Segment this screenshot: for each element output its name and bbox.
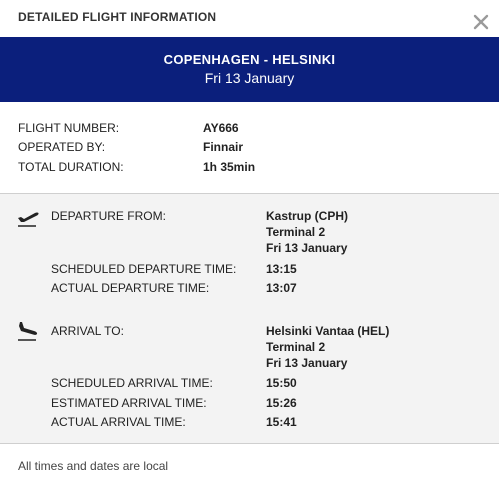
arrival-terminal: Terminal 2 (266, 340, 326, 354)
modal-title: DETAILED FLIGHT INFORMATION (18, 10, 217, 24)
plane-takeoff-icon (16, 208, 40, 233)
route-title: COPENHAGEN - HELSINKI (163, 52, 336, 67)
departure-from-label: DEPARTURE FROM: (51, 209, 166, 223)
departure-section: DEPARTURE FROM: Kastrup (CPH) Terminal 2… (0, 193, 499, 311)
actual-departure-label: ACTUAL DEPARTURE TIME: (51, 281, 210, 295)
departure-airport: Kastrup (CPH) (266, 209, 349, 223)
route-date: Fri 13 January (204, 70, 295, 86)
estimated-arrival-time: 15:26 (266, 396, 297, 410)
close-icon[interactable] (471, 12, 491, 32)
flight-number-value: AY666 (203, 121, 239, 135)
estimated-arrival-label: ESTIMATED ARRIVAL TIME: (51, 396, 207, 410)
route-banner: COPENHAGEN - HELSINKI Fri 13 January (0, 37, 499, 102)
scheduled-arrival-time: 15:50 (266, 376, 297, 390)
departure-date: Fri 13 January (266, 241, 348, 255)
modal-header: DETAILED FLIGHT INFORMATION (0, 0, 499, 36)
operated-by-label: OPERATED BY: (18, 140, 106, 154)
arrival-airport: Helsinki Vantaa (HEL) (266, 324, 390, 338)
flight-number-label: FLIGHT NUMBER: (18, 121, 120, 135)
arrival-to-label: ARRIVAL TO: (51, 324, 124, 338)
plane-landing-icon (16, 320, 40, 347)
total-duration-value: 1h 35min (203, 160, 256, 174)
actual-arrival-time: 15:41 (266, 415, 297, 429)
operated-by-value: Finnair (203, 140, 244, 154)
total-duration-label: TOTAL DURATION: (18, 160, 124, 174)
scheduled-arrival-label: SCHEDULED ARRIVAL TIME: (51, 376, 213, 390)
arrival-section: ARRIVAL TO: Helsinki Vantaa (HEL) Termin… (0, 309, 499, 444)
scheduled-departure-time: 13:15 (266, 262, 297, 276)
departure-terminal: Terminal 2 (266, 225, 326, 239)
actual-departure-time: 13:07 (266, 281, 297, 295)
arrival-date: Fri 13 January (266, 356, 348, 370)
local-time-note: All times and dates are local (18, 459, 169, 473)
actual-arrival-label: ACTUAL ARRIVAL TIME: (51, 415, 186, 429)
scheduled-departure-label: SCHEDULED DEPARTURE TIME: (51, 262, 237, 276)
